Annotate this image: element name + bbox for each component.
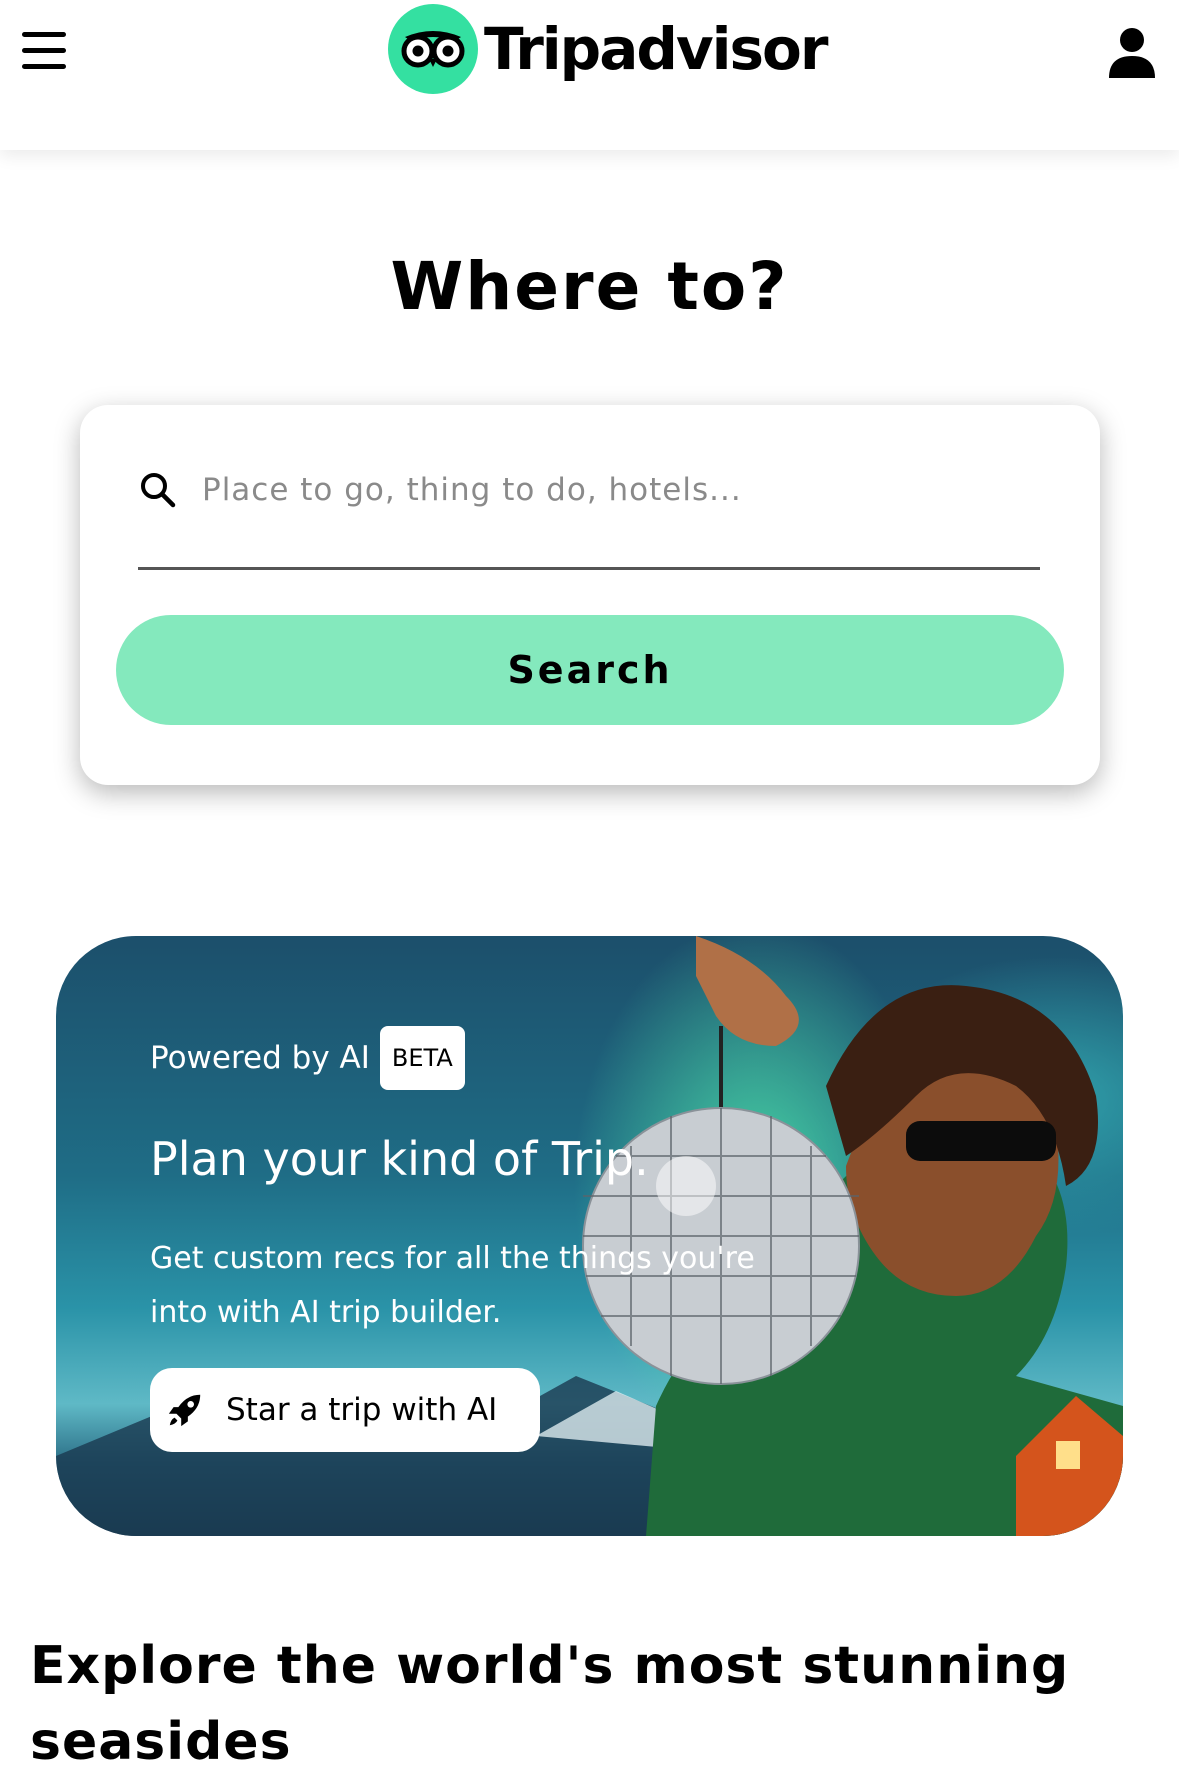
search-card: Search bbox=[80, 405, 1100, 785]
search-field bbox=[138, 460, 1040, 570]
brand-name: Tripadvisor bbox=[484, 15, 829, 83]
user-profile-icon[interactable] bbox=[1107, 26, 1157, 80]
top-header: Tripadvisor bbox=[0, 0, 1179, 150]
ai-powered-label: Powered by AI bbox=[150, 1040, 370, 1076]
beta-badge: BETA bbox=[379, 1026, 465, 1090]
owl-eyes-logo-icon bbox=[388, 4, 478, 94]
search-icon bbox=[141, 473, 176, 508]
ai-headline: Plan your kind of Trip. bbox=[150, 1132, 649, 1186]
ai-button-label: Star a trip with AI bbox=[226, 1392, 498, 1428]
rocket-icon bbox=[168, 1394, 201, 1427]
brand-logo[interactable]: Tripadvisor bbox=[388, 4, 829, 94]
section-heading: Explore the world's most stunning seasid… bbox=[30, 1636, 1070, 1769]
ai-trip-banner: Powered by AI BETA Plan your kind of Tri… bbox=[56, 936, 1123, 1536]
page-title: Where to? bbox=[390, 248, 789, 325]
search-input[interactable] bbox=[202, 462, 1022, 518]
ai-powered-row: Powered by AI BETA bbox=[150, 1026, 465, 1090]
search-button[interactable]: Search bbox=[116, 615, 1064, 725]
hamburger-menu-icon[interactable] bbox=[22, 30, 66, 72]
start-ai-trip-button[interactable]: Star a trip with AI bbox=[150, 1368, 540, 1452]
ai-description: Get custom recs for all the things you'r… bbox=[150, 1241, 755, 1330]
